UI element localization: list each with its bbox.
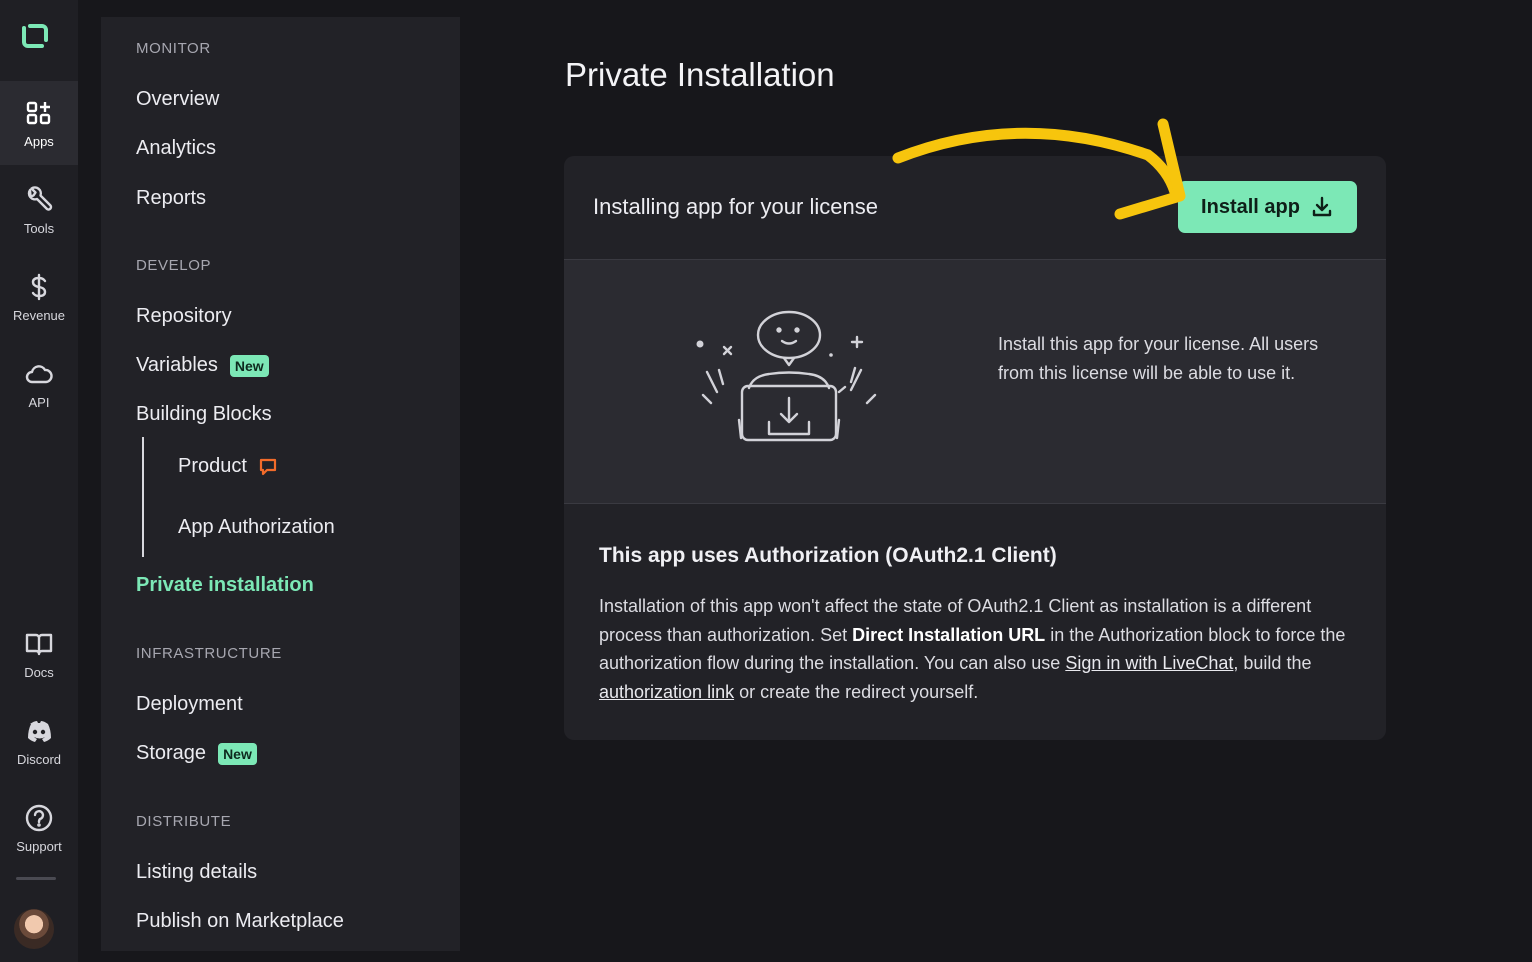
- rail-item-revenue[interactable]: Revenue: [0, 255, 78, 339]
- auth-text-3: , build the: [1233, 653, 1312, 673]
- secondary-nav: MONITOR Overview Analytics Reports DEVEL…: [101, 17, 460, 951]
- nav-item-deployment[interactable]: Deployment: [136, 693, 243, 716]
- card-header-title: Installing app for your license: [593, 194, 878, 219]
- nav-item-storage[interactable]: Storage New: [136, 742, 257, 765]
- rail-divider: [16, 877, 56, 880]
- rail-item-api[interactable]: API: [0, 342, 78, 426]
- help-icon: [25, 804, 53, 831]
- card-illustration-section: Install this app for your license. All u…: [564, 260, 1386, 504]
- nav-item-private-installation[interactable]: Private installation: [136, 574, 314, 597]
- auth-section-body: Installation of this app won't affect th…: [599, 592, 1359, 706]
- rail-item-apps[interactable]: Apps: [0, 81, 78, 165]
- nav-item-storage-label: Storage: [136, 742, 207, 764]
- nav-item-variables[interactable]: Variables New: [136, 354, 269, 377]
- download-icon: [1312, 196, 1332, 217]
- dollar-icon: [31, 273, 47, 300]
- book-icon: [25, 633, 53, 655]
- nav-item-repository[interactable]: Repository: [136, 305, 232, 328]
- chat-warning-icon: [259, 458, 277, 475]
- nav-item-publish-marketplace[interactable]: Publish on Marketplace: [136, 910, 344, 933]
- rail-label: Docs: [24, 664, 54, 680]
- nav-item-listing-details[interactable]: Listing details: [136, 861, 257, 884]
- rail-label: API: [28, 394, 50, 410]
- rail-label: Revenue: [12, 307, 66, 323]
- page-title: Private Installation: [565, 56, 835, 93]
- icon-rail: Apps Tools Revenue API Docs Discord Supp…: [0, 0, 78, 962]
- nav-item-analytics[interactable]: Analytics: [136, 137, 216, 160]
- rail-item-discord[interactable]: Discord: [0, 699, 78, 783]
- auth-text-4: or create the redirect yourself.: [734, 681, 979, 702]
- apps-grid-icon: [26, 101, 51, 124]
- nav-item-building-blocks[interactable]: Building Blocks: [136, 403, 272, 426]
- section-develop: DEVELOP: [136, 257, 212, 274]
- installation-card: Installing app for your license Install …: [564, 156, 1386, 740]
- person-installing-illustration: [696, 310, 877, 442]
- rail-label: Support: [16, 838, 62, 854]
- new-badge: New: [229, 354, 269, 377]
- rail-item-support[interactable]: Support: [0, 786, 78, 870]
- nav-item-overview[interactable]: Overview: [136, 88, 219, 111]
- wrench-icon: [27, 185, 53, 211]
- nav-item-product[interactable]: Product: [178, 455, 277, 478]
- tree-line: [142, 437, 144, 557]
- auth-section-title: This app uses Authorization (OAuth2.1 Cl…: [599, 544, 1057, 567]
- app-logo-icon[interactable]: [16, 18, 52, 54]
- rail-item-docs[interactable]: Docs: [0, 612, 78, 696]
- nav-item-product-label: Product: [178, 455, 247, 477]
- rail-item-tools[interactable]: Tools: [0, 168, 78, 252]
- new-badge: New: [218, 742, 257, 765]
- nav-item-variables-label: Variables: [136, 354, 218, 376]
- install-app-button[interactable]: Install app: [1178, 181, 1357, 233]
- section-distribute: DISTRIBUTE: [136, 813, 232, 830]
- card-header: Installing app for your license Install …: [564, 156, 1386, 260]
- nav-item-app-authorization[interactable]: App Authorization: [178, 516, 335, 539]
- section-infrastructure: INFRASTRUCTURE: [136, 645, 282, 662]
- nav-item-reports[interactable]: Reports: [136, 187, 206, 210]
- sign-in-with-livechat-link[interactable]: Sign in with LiveChat: [1065, 653, 1233, 673]
- direct-installation-url-text: Direct Installation URL: [852, 624, 1046, 645]
- rail-label: Apps: [24, 133, 54, 149]
- install-app-label: Install app: [1201, 195, 1300, 218]
- rail-label: Discord: [16, 751, 62, 767]
- cloud-icon: [25, 364, 53, 383]
- avatar[interactable]: [14, 909, 54, 949]
- discord-icon: [28, 720, 51, 742]
- section-monitor: MONITOR: [136, 40, 211, 57]
- install-description: Install this app for your license. All u…: [998, 334, 1319, 383]
- rail-label: Tools: [23, 220, 55, 236]
- authorization-link[interactable]: authorization link: [599, 682, 734, 702]
